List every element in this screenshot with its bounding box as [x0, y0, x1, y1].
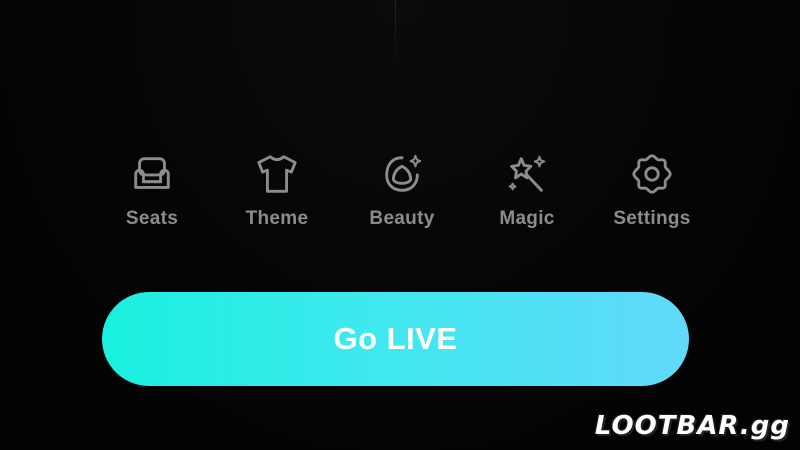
magic-label: Magic [499, 208, 555, 229]
watermark-logo: LOOTBAR.gg [594, 411, 790, 441]
beauty-icon [378, 150, 426, 198]
beauty-button[interactable]: Beauty [342, 150, 462, 250]
magic-button[interactable]: Magic [467, 150, 587, 250]
gear-icon [628, 150, 676, 198]
tshirt-icon [253, 150, 301, 198]
beauty-label: Beauty [369, 208, 435, 229]
settings-label: Settings [613, 208, 691, 229]
live-toolbar: Seats Theme Beauty Magic Settings [92, 150, 712, 250]
settings-button[interactable]: Settings [592, 150, 712, 250]
seats-label: Seats [125, 208, 179, 229]
seat-icon [128, 150, 176, 198]
go-live-label: Go LIVE [333, 321, 458, 356]
divider-line [395, 0, 396, 70]
magic-wand-icon [503, 150, 551, 198]
theme-label: Theme [245, 208, 309, 229]
theme-button[interactable]: Theme [217, 150, 337, 250]
go-live-button[interactable]: Go LIVE [102, 292, 689, 386]
seats-button[interactable]: Seats [92, 150, 212, 250]
